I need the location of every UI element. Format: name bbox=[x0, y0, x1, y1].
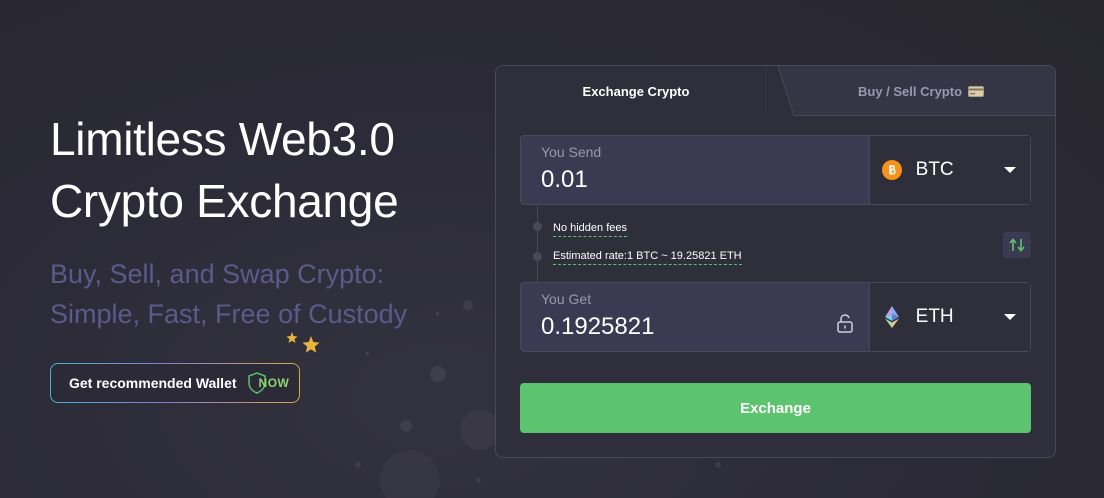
get-input[interactable]: You Get 0.1925821 bbox=[521, 283, 869, 351]
decor-dot bbox=[366, 352, 369, 355]
hero-subtitle: Buy, Sell, and Swap Crypto: Simple, Fast… bbox=[50, 259, 408, 329]
unlock-icon[interactable] bbox=[835, 313, 855, 333]
info-dot bbox=[533, 252, 542, 261]
decor-dot bbox=[715, 462, 721, 468]
send-label: You Send bbox=[541, 144, 602, 160]
get-amount: 0.1925821 bbox=[541, 313, 655, 340]
page: Limitless Web3.0 Crypto Exchange Buy, Se… bbox=[0, 0, 1104, 498]
credit-card-icon bbox=[968, 85, 985, 97]
decor-dot bbox=[460, 410, 500, 450]
tab-exchange-crypto[interactable]: Exchange Crypto bbox=[496, 66, 776, 116]
swap-button[interactable] bbox=[1003, 232, 1031, 258]
rate-info: No hidden fees Estimated rate:1 BTC ~ 19… bbox=[520, 206, 1031, 282]
send-amount[interactable]: 0.01 bbox=[541, 166, 849, 194]
info-timeline bbox=[537, 206, 538, 282]
estimated-rate-text: Estimated rate:1 BTC ~ 19.25821 ETH bbox=[553, 250, 742, 265]
get-label: You Get bbox=[541, 291, 592, 307]
ethereum-icon bbox=[882, 306, 902, 328]
tab-exchange-crypto-label: Exchange Crypto bbox=[582, 83, 690, 99]
hero-title: Limitless Web3.0 Crypto Exchange bbox=[50, 113, 399, 227]
tab-buy-sell-crypto[interactable]: Buy / Sell Crypto bbox=[786, 66, 1055, 116]
decor-dot bbox=[355, 462, 361, 468]
get-wallet-button[interactable]: Get recommended Wallet NOW bbox=[50, 363, 300, 403]
chevron-down-icon bbox=[1004, 314, 1016, 320]
send-field: You Send 0.01 BTC bbox=[520, 135, 1031, 205]
decor-dot bbox=[430, 366, 446, 382]
exchange-button[interactable]: Exchange bbox=[520, 383, 1031, 433]
bitcoin-icon bbox=[881, 160, 902, 180]
tab-buy-sell-crypto-label: Buy / Sell Crypto bbox=[857, 83, 963, 99]
no-fees-text: No hidden fees bbox=[553, 222, 627, 237]
decor-dot bbox=[476, 478, 481, 483]
send-input[interactable]: You Send 0.01 bbox=[521, 136, 869, 204]
now-badge-text: NOW bbox=[258, 376, 290, 390]
decor-dot bbox=[380, 450, 440, 498]
decor-dot bbox=[400, 420, 412, 432]
get-currency-name: ETH bbox=[915, 306, 954, 327]
swap-arrows-icon bbox=[1009, 238, 1025, 252]
send-currency-name: BTC bbox=[915, 159, 954, 180]
get-currency-select[interactable]: ETH bbox=[868, 283, 1030, 351]
send-currency-select[interactable]: BTC bbox=[868, 136, 1030, 204]
stars-icon bbox=[286, 332, 320, 353]
chevron-down-icon bbox=[1004, 167, 1016, 173]
info-dot bbox=[533, 222, 542, 231]
tab-bar: Exchange Crypto Buy / Sell Crypto bbox=[496, 66, 1055, 116]
exchange-card: Exchange Crypto Buy / Sell Crypto You Se… bbox=[495, 65, 1056, 458]
get-field: You Get 0.1925821 ETH bbox=[520, 282, 1031, 352]
get-wallet-button-inner: Get recommended Wallet NOW bbox=[51, 364, 299, 402]
get-wallet-label: Get recommended Wallet bbox=[69, 375, 237, 391]
now-badge: NOW bbox=[247, 372, 290, 394]
